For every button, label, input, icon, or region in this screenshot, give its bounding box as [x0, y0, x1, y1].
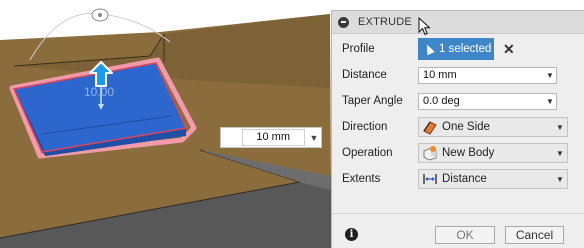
- ok-button[interactable]: OK: [435, 226, 495, 244]
- operation-value: New Body: [442, 147, 495, 159]
- new-body-icon: [421, 145, 439, 161]
- taper-angle-value[interactable]: 0.0 deg: [419, 95, 544, 107]
- profile-row: Profile 1 selected ✕: [342, 38, 515, 60]
- dialog-header[interactable]: EXTRUDE: [332, 11, 584, 34]
- extents-row: Extents Distance ▼: [342, 169, 568, 189]
- operation-row: Operation New Body ▼: [342, 143, 568, 163]
- extents-value: Distance: [442, 173, 487, 185]
- cancel-button[interactable]: Cancel: [505, 226, 564, 244]
- extents-select[interactable]: Distance ▼: [418, 169, 568, 189]
- distance-input-popup-value[interactable]: 10 mm: [242, 129, 305, 146]
- info-icon[interactable]: i: [345, 228, 358, 241]
- chevron-down-icon[interactable]: ▼: [553, 175, 567, 184]
- operation-select[interactable]: New Body ▼: [418, 143, 568, 163]
- direction-value: One Side: [442, 121, 490, 133]
- extrude-dialog: EXTRUDE Profile 1 selected ✕ Distance 10…: [331, 10, 584, 248]
- distance-label: Distance: [342, 69, 387, 81]
- dialog-title: EXTRUDE: [358, 16, 412, 28]
- distance-value[interactable]: 10 mm: [419, 69, 544, 81]
- chevron-down-icon[interactable]: ▼: [553, 123, 567, 132]
- chevron-down-icon[interactable]: ▼: [544, 71, 556, 80]
- operation-label: Operation: [342, 147, 393, 159]
- distance-icon: [421, 171, 439, 187]
- close-icon[interactable]: ✕: [503, 42, 515, 56]
- taper-angle-field[interactable]: 0.0 deg ▼: [418, 92, 557, 110]
- direction-select[interactable]: One Side ▼: [418, 117, 568, 137]
- taper-angle-row: Taper Angle 0.0 deg ▼: [342, 91, 557, 111]
- dialog-footer: i OK Cancel: [332, 213, 584, 248]
- profile-label: Profile: [342, 43, 375, 55]
- orbit-handle-icon[interactable]: [91, 8, 109, 22]
- distance-input-popup[interactable]: 10 mm ▼: [220, 127, 322, 148]
- distance-row: Distance 10 mm ▼: [342, 65, 557, 85]
- mouse-cursor-icon: [418, 17, 431, 36]
- cursor-arrow-icon: [423, 42, 435, 56]
- taper-angle-label: Taper Angle: [342, 95, 403, 107]
- chevron-down-icon[interactable]: ▼: [553, 149, 567, 158]
- distance-field[interactable]: 10 mm ▼: [418, 66, 557, 84]
- extents-label: Extents: [342, 173, 381, 185]
- one-side-icon: [421, 119, 439, 135]
- chevron-down-icon[interactable]: ▼: [544, 97, 556, 106]
- direction-label: Direction: [342, 121, 388, 133]
- collapse-icon[interactable]: [338, 16, 349, 28]
- dimension-label: 10.00: [84, 85, 114, 99]
- chevron-down-icon[interactable]: ▼: [307, 133, 321, 143]
- profile-selection-button[interactable]: 1 selected: [418, 38, 494, 60]
- profile-selection-text: 1 selected: [439, 43, 492, 55]
- direction-row: Direction One Side ▼: [342, 117, 568, 137]
